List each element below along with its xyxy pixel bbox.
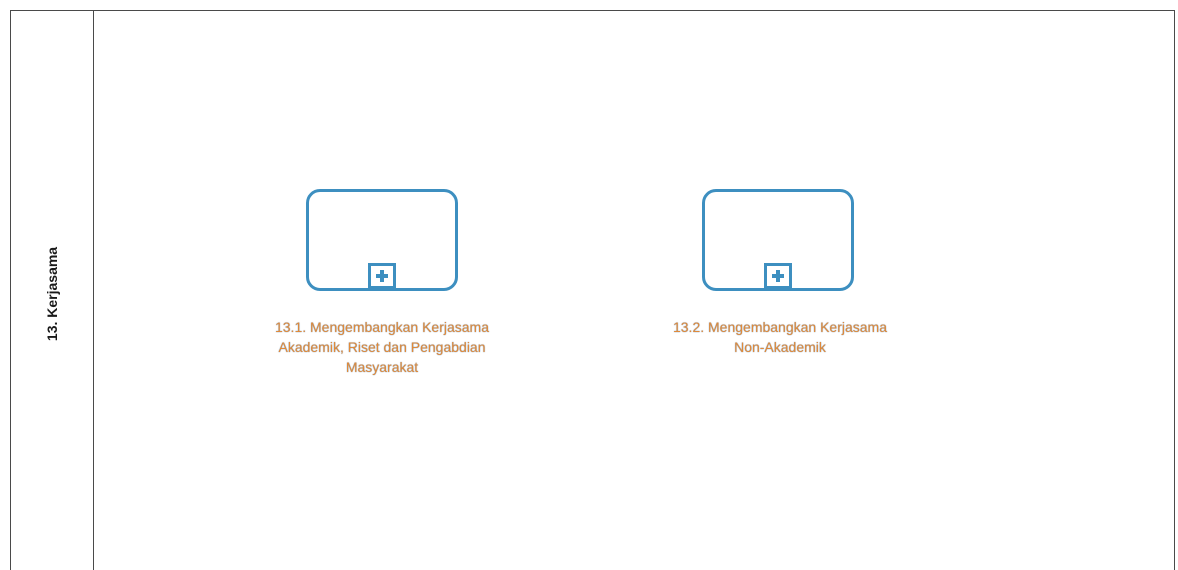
subprocess-13-1-label-line3: Masyarakat [345,359,419,375]
subprocess-13-1-label-line2: Akademik, Riset dan Pengabdian [278,339,486,355]
subprocess-13-1-label: 13.1. Mengembangkan Kerjasama Akademik, … [222,317,542,377]
subprocess-13-2-label-line1: 13.2. Mengembangkan Kerjasama [672,319,888,335]
subprocess-13-2-label: 13.2. Mengembangkan Kerjasama Non-Akadem… [620,317,940,357]
subprocess-13-1-label-line1: 13.1. Mengembangkan Kerjasama [274,319,490,335]
subprocess-13-1[interactable] [306,189,458,291]
lane-header: 13. Kerjasama [11,11,94,570]
collapsed-subprocess-plus-icon [368,263,396,289]
collapsed-subprocess-plus-icon [764,263,792,289]
lane-title: 13. Kerjasama [44,246,60,342]
subprocess-13-2[interactable] [702,189,854,291]
pool: 13. Kerjasama [10,10,1175,570]
subprocess-13-2-label-line2: Non-Akademik [734,339,826,355]
